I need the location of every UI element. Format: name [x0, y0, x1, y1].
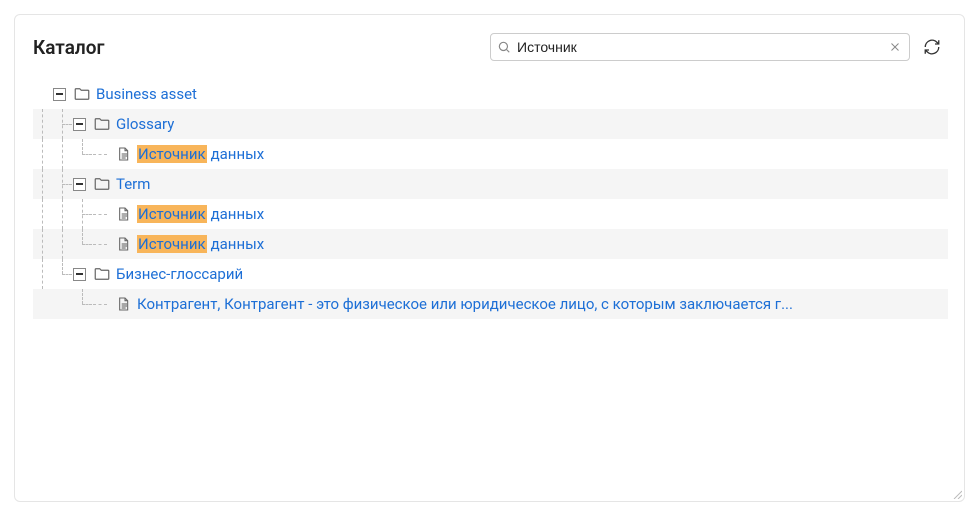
search-box[interactable]: [490, 33, 910, 61]
folder-icon: [72, 85, 92, 103]
tree-node-biz-glossary[interactable]: Бизнес-глоссарий: [33, 259, 948, 289]
search-icon: [497, 40, 511, 54]
catalog-panel: Каталог: [14, 14, 965, 502]
node-label[interactable]: Business asset: [96, 85, 197, 103]
document-icon: [113, 206, 133, 222]
node-label[interactable]: Бизнес-глоссарий: [116, 265, 243, 283]
tree-leaf[interactable]: Контрагент, Контрагент - это физическое …: [33, 289, 948, 319]
document-icon: [113, 236, 133, 252]
node-label[interactable]: Term: [116, 175, 150, 193]
tree-node-term[interactable]: Term: [33, 169, 948, 199]
tree-leaf[interactable]: Источникданных: [33, 139, 948, 169]
tree-node-glossary[interactable]: Glossary: [33, 109, 948, 139]
node-label[interactable]: Источникданных: [137, 205, 264, 223]
panel-header: Каталог: [33, 33, 956, 61]
document-icon: [113, 146, 133, 162]
label-rest: данных: [211, 235, 265, 253]
folder-icon: [92, 265, 112, 283]
close-icon: [889, 41, 901, 53]
document-icon: [113, 296, 133, 312]
tree-node-business-asset[interactable]: Business asset: [33, 79, 948, 109]
folder-icon: [92, 175, 112, 193]
collapse-toggle[interactable]: [73, 268, 86, 281]
resize-handle-icon[interactable]: [952, 489, 962, 499]
tree-leaf[interactable]: Источникданных: [33, 199, 948, 229]
tree-view: Business asset Glossary Источ: [33, 79, 956, 319]
clear-search-button[interactable]: [887, 39, 903, 55]
node-label[interactable]: Источникданных: [137, 235, 264, 253]
folder-icon: [92, 115, 112, 133]
collapse-toggle[interactable]: [73, 178, 86, 191]
collapse-toggle[interactable]: [53, 88, 66, 101]
collapse-toggle[interactable]: [73, 118, 86, 131]
node-label[interactable]: Glossary: [116, 115, 174, 133]
search-highlight: Источник: [137, 205, 207, 223]
node-label[interactable]: Источникданных: [137, 145, 264, 163]
refresh-button[interactable]: [918, 33, 946, 61]
panel-title: Каталог: [33, 36, 104, 59]
label-rest: данных: [211, 205, 265, 223]
search-input[interactable]: [511, 39, 887, 55]
node-label[interactable]: Контрагент, Контрагент - это физическое …: [137, 295, 793, 313]
refresh-icon: [923, 38, 941, 56]
tree-leaf[interactable]: Источникданных: [33, 229, 948, 259]
search-highlight: Источник: [137, 145, 207, 163]
label-rest: данных: [211, 145, 265, 163]
header-controls: [490, 33, 946, 61]
search-highlight: Источник: [137, 235, 207, 253]
